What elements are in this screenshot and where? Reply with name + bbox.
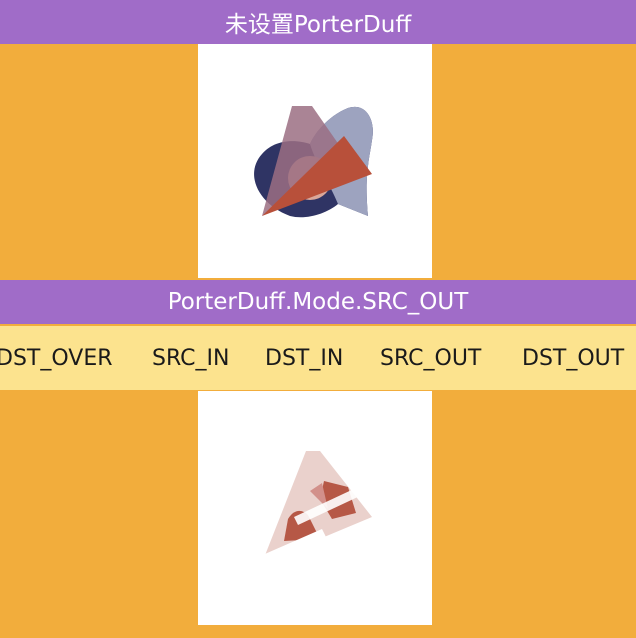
- mode-item-label: DST_OVER: [0, 345, 113, 371]
- original-drawing: [254, 106, 373, 218]
- mode-item-dst-in[interactable]: DST_IN: [265, 326, 343, 390]
- mode-item-src-out[interactable]: SRC_OUT: [380, 326, 481, 390]
- result-canvas: [198, 391, 432, 625]
- mode-item-dst-out[interactable]: DST_OUT: [522, 326, 624, 390]
- mode-item-label: SRC_IN: [152, 345, 230, 371]
- mode-item-label: DST_IN: [265, 345, 344, 371]
- page-title-text: 未设置PorterDuff: [224, 12, 412, 38]
- result-drawing: [258, 451, 372, 567]
- mode-item-src-in[interactable]: SRC_IN: [152, 326, 229, 390]
- mode-item-label: SRC_OUT: [380, 345, 482, 371]
- mode-item-dst-over[interactable]: DST_OVER: [0, 326, 113, 390]
- page-title: 未设置PorterDuff: [0, 0, 636, 44]
- mode-selector: DST_OVER SRC_IN DST_IN SRC_OUT DST_OUT: [0, 326, 636, 390]
- original-canvas: [198, 44, 432, 278]
- mode-title: PorterDuff.Mode.SRC_OUT: [0, 280, 636, 324]
- mode-title-text: PorterDuff.Mode.SRC_OUT: [167, 289, 469, 315]
- porterduff-demo-screen: 未设置PorterDuff PorterDuff.Mode.SRC_OUT DS…: [0, 0, 636, 638]
- mode-item-label: DST_OUT: [522, 345, 625, 371]
